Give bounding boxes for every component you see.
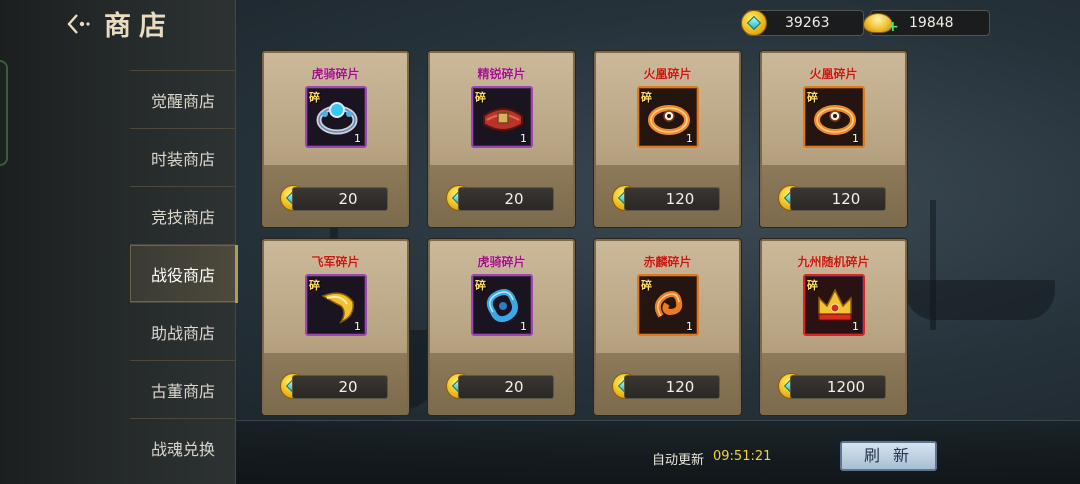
back-arrow-icon [67,14,90,34]
gold-coin-gem-icon [741,10,767,36]
item-name: 虎骑碎片 [311,67,360,81]
item-name: 九州随机碎片 [797,255,870,269]
item-count: 1 [354,320,361,333]
item-price: 20 [292,187,388,211]
page-title: 商店 [104,11,174,42]
auto-refresh-timer: 09:51:21 [713,449,772,464]
nav-item-campaign-shop[interactable]: 战役商店 [130,244,238,303]
shop-item-card[interactable]: 火凰碎片 碎 1 120 [760,51,907,227]
auto-refresh-label: 自动更新 [652,453,705,468]
item-count: 1 [520,132,527,145]
item-price: 120 [790,187,886,211]
item-price: 20 [458,187,554,211]
refresh-button[interactable]: 刷 新 [840,441,937,471]
item-slot[interactable]: 碎 1 [305,86,367,148]
nav-item-awaken-shop[interactable]: 觉醒商店 [130,70,236,128]
shop-item-card[interactable]: 飞军碎片 碎 1 20 [262,239,409,415]
shop-item-card[interactable]: 虎骑碎片 碎 1 20 [262,51,409,227]
item-name: 火凰碎片 [809,67,858,81]
nav-item-antique-shop[interactable]: 古董商店 [130,360,236,418]
fragment-tag: 碎 [475,91,486,104]
item-price: 20 [292,375,388,399]
item-slot[interactable]: 碎 1 [471,274,533,336]
fragment-tag: 碎 [807,279,818,292]
item-count: 1 [686,320,693,333]
nav-item-fashion-shop[interactable]: 时装商店 [130,128,236,186]
nav-item-warsoul-exchange[interactable]: 战魂兑换 [130,418,236,476]
item-count: 1 [686,132,693,145]
item-name: 虎骑碎片 [477,255,526,269]
item-price: 1200 [790,375,886,399]
fragment-tag: 碎 [641,279,652,292]
fragment-tag: 碎 [807,91,818,104]
item-count: 1 [852,132,859,145]
item-name: 飞军碎片 [311,255,360,269]
fragment-tag: 碎 [475,279,486,292]
item-count: 1 [852,320,859,333]
item-price: 20 [458,375,554,399]
item-slot[interactable]: 碎 1 [637,274,699,336]
item-slot[interactable]: 碎 1 [305,274,367,336]
add-ingot-button[interactable]: + [887,19,899,35]
item-name: 赤麟碎片 [643,255,692,269]
item-slot[interactable]: 碎 1 [803,86,865,148]
fragment-tag: 碎 [641,91,652,104]
shop-item-card[interactable]: 火凰碎片 碎 1 120 [594,51,741,227]
shop-item-card[interactable]: 精锐碎片 碎 1 20 [428,51,575,227]
item-count: 1 [520,320,527,333]
item-slot[interactable]: 碎 1 [471,86,533,148]
shop-item-card[interactable]: 赤麟碎片 碎 1 120 [594,239,741,415]
fragment-tag: 碎 [309,91,320,104]
shop-nav: 觉醒商店 时装商店 竞技商店 战役商店 助战商店 古董商店 战魂兑换 [130,70,238,476]
item-count: 1 [354,132,361,145]
item-price: 120 [624,187,720,211]
back-button[interactable] [62,8,96,40]
item-slot[interactable]: 碎 1 [803,274,865,336]
sidebar: 商店 觉醒商店 时装商店 竞技商店 战役商店 助战商店 古董商店 战魂兑换 [0,0,238,484]
item-price: 120 [624,375,720,399]
sidebar-handle[interactable] [0,60,8,166]
item-name: 精锐碎片 [477,67,526,81]
item-slot[interactable]: 碎 1 [637,86,699,148]
item-name: 火凰碎片 [643,67,692,81]
nav-item-support-shop[interactable]: 助战商店 [130,302,236,360]
shop-item-card[interactable]: 九州随机碎片 碎 1 1200 [760,239,907,415]
nav-item-arena-shop[interactable]: 竞技商店 [130,186,236,244]
coin-balance: 39263 [741,10,864,36]
fragment-tag: 碎 [309,279,320,292]
shop-item-card[interactable]: 虎骑碎片 碎 1 20 [428,239,575,415]
ingot-balance: + 19848 [863,10,990,36]
